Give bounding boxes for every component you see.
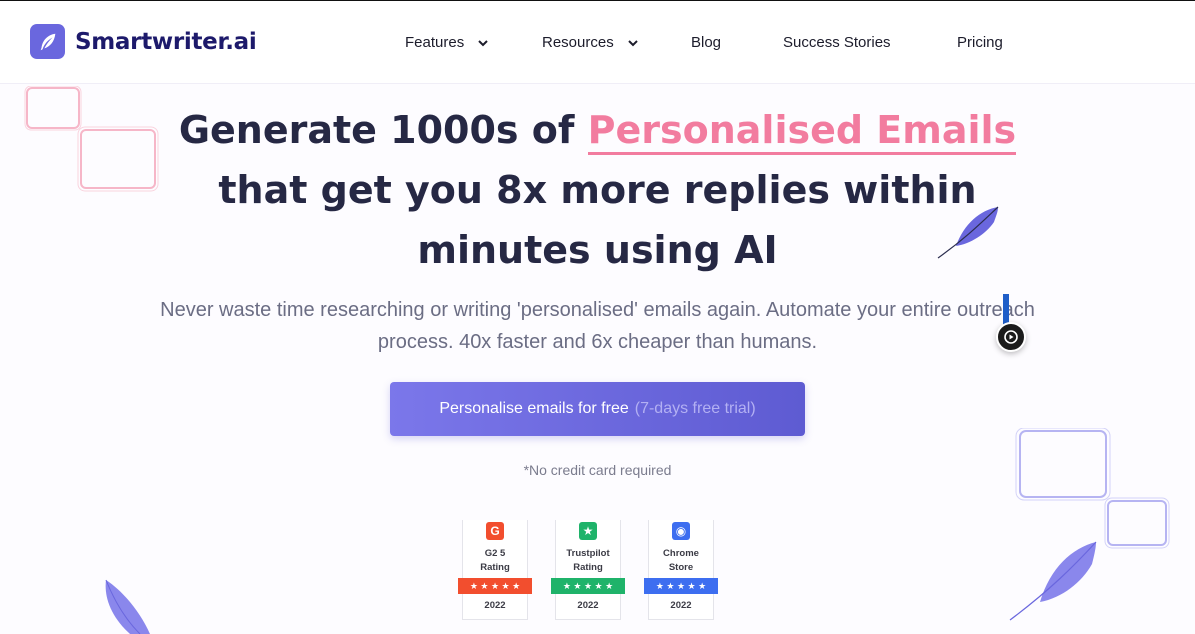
trustpilot-star-icon: ★ [579,522,597,540]
no-credit-card-note: *No credit card required [523,462,672,478]
hero-title-accent: Personalised Emails [587,108,1017,155]
badge-sub: Rating [480,562,510,573]
hero-title-end: that get you 8x more replies within minu… [218,168,977,272]
feather-icon [30,24,65,59]
chevron-down-icon [627,39,638,46]
nav-success-stories-label: Success Stories [783,34,891,51]
hero-title-start: Generate 1000s of [178,108,575,152]
brand-name: Smartwriter.ai [75,28,257,55]
cta-label: Personalise emails for free [439,400,629,417]
badge-year: 2022 [670,600,692,611]
decorative-frames [1015,428,1170,549]
feather-icon [105,579,150,634]
navbar: Smartwriter.ai Features Resources Blog S… [0,1,1195,83]
nav-pricing[interactable]: Pricing [957,34,1003,51]
nav-blog-label: Blog [691,34,722,51]
nav-success-stories[interactable]: Success Stories [783,34,891,51]
badge-name: G2 5 [484,548,506,559]
nav-features-label: Features [405,34,465,51]
cta-trial-label: (7-days free trial) [634,400,756,417]
nav-pricing-label: Pricing [957,34,1003,51]
feather-icon [1009,541,1097,621]
chrome-store-icon: ◉ [672,522,690,540]
nav-resources[interactable]: Resources [542,34,640,51]
nav-features[interactable]: Features [405,34,490,51]
nav-blog[interactable]: Blog [691,34,721,51]
g2-icon: G [486,522,504,540]
badge-year: 2022 [577,600,599,611]
star-rating: ★ ★ ★ ★ ★ [458,578,532,594]
badge-label: Trustpilot Rating [551,547,625,575]
hero-subtitle: Never waste time researching or writing … [160,299,1035,353]
chevron-down-icon [478,39,488,46]
trustpilot-rating-badge: ★ Trustpilot Rating ★ ★ ★ ★ ★ 2022 [551,520,625,620]
play-widget-button[interactable] [996,322,1026,352]
badge-name: Chrome [663,548,699,559]
personalise-emails-button[interactable]: Personalise emails for free (7-days free… [390,382,805,436]
badge-sub: Store [668,562,694,573]
badge-label: G2 5 Rating [458,547,532,575]
star-rating: ★ ★ ★ ★ ★ [551,578,625,594]
badge-label: Chrome Store [644,547,718,575]
nav-resources-label: Resources [542,34,614,51]
chrome-store-badge: ◉ Chrome Store ★ ★ ★ ★ ★ 2022 [644,520,718,620]
brand-logo[interactable]: Smartwriter.ai [30,24,257,59]
play-icon [1004,330,1018,344]
hero-title: Generate 1000s of Personalised Emails th… [140,100,1055,280]
g2-rating-badge: G G2 5 Rating ★ ★ ★ ★ ★ 2022 [458,520,532,620]
badge-name: Trustpilot [566,548,610,559]
badge-year: 2022 [484,600,506,611]
badge-sub: Rating [573,562,603,573]
star-rating: ★ ★ ★ ★ ★ [644,578,718,594]
